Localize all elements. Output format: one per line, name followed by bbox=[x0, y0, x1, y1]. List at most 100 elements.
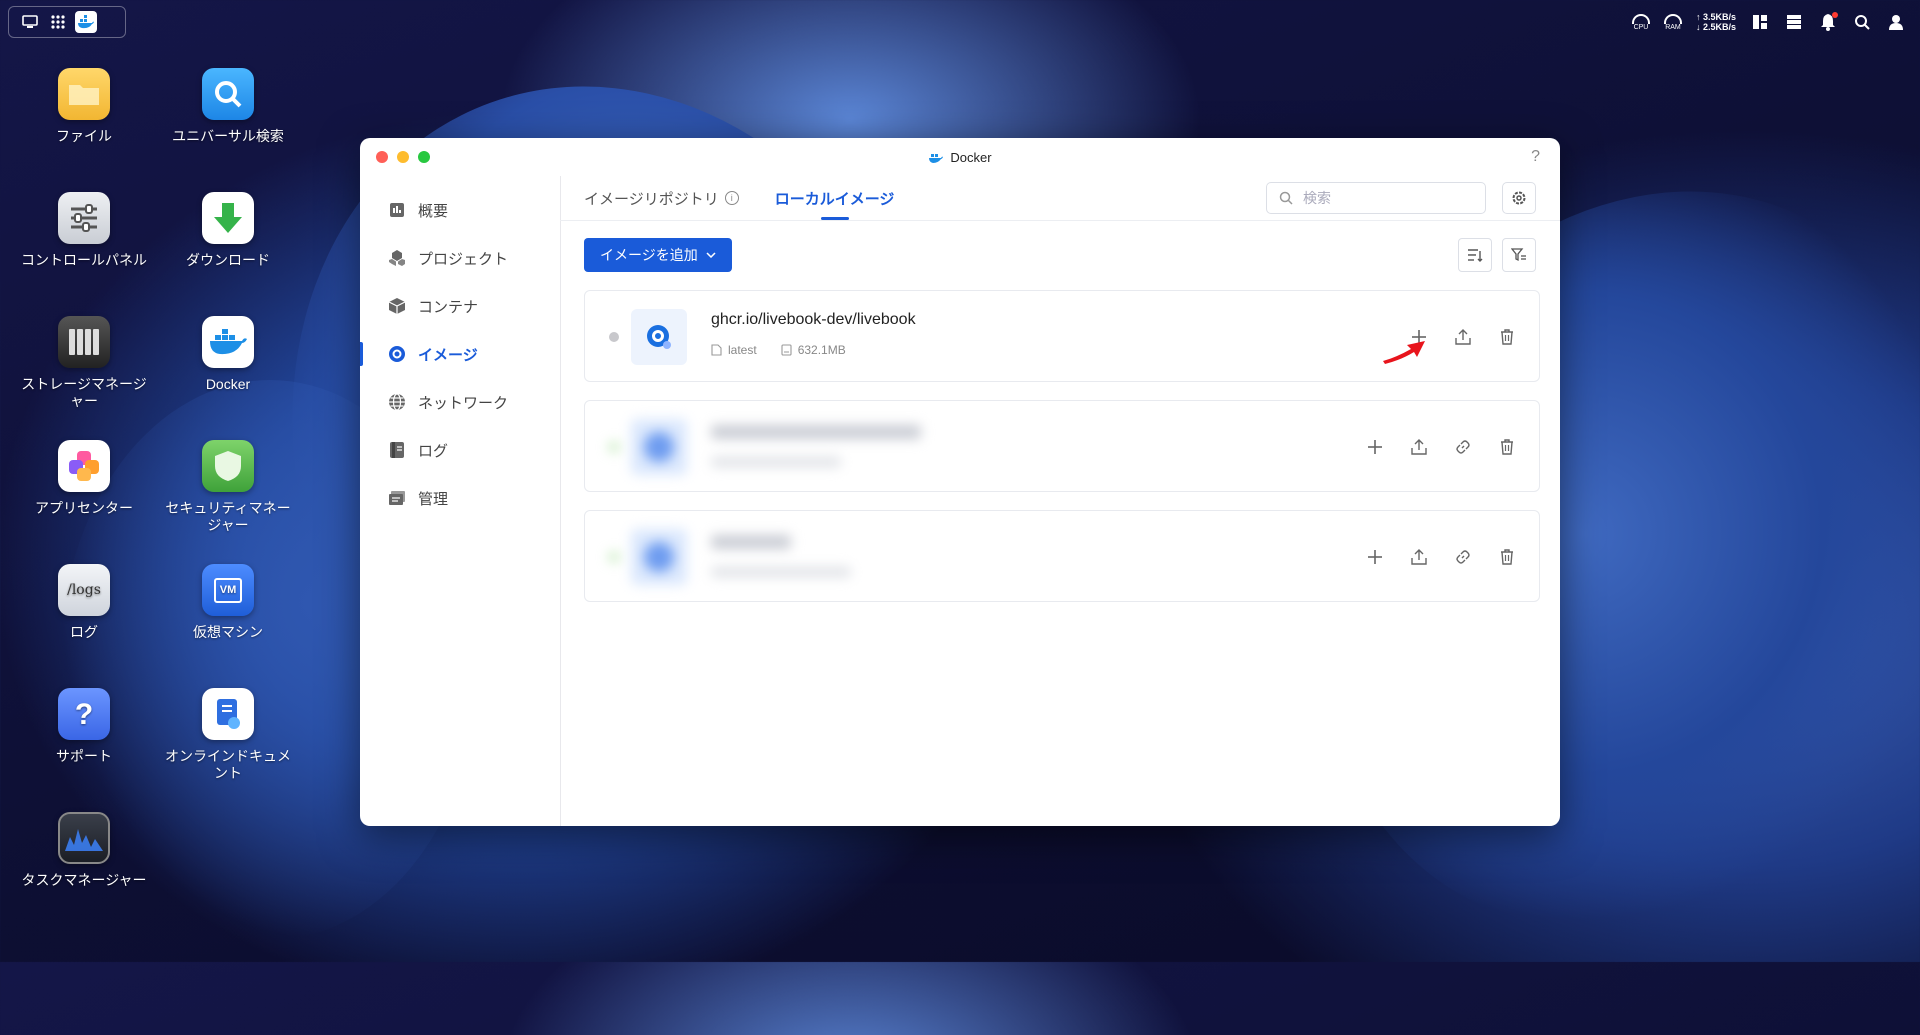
sidebar-item-label: 管理 bbox=[418, 490, 449, 508]
desktop-icon-storage-manager[interactable]: ストレージマネージャー bbox=[19, 316, 149, 410]
desktop-icon-control-panel[interactable]: コントロールパネル bbox=[19, 192, 149, 269]
image-thumbnail bbox=[631, 419, 687, 475]
tab-image-repository[interactable]: イメージリポジトリ i bbox=[584, 176, 739, 220]
annotation-arrow-icon bbox=[1383, 341, 1425, 364]
sidebar-item-image[interactable]: イメージ bbox=[360, 330, 560, 378]
sidebar-item-project[interactable]: プロジェクト bbox=[360, 234, 560, 282]
desktop-icon-label: ユニバーサル検索 bbox=[172, 128, 284, 144]
cpu-gauge[interactable]: CPU bbox=[1631, 13, 1650, 31]
desktop-icon-label: 仮想マシン bbox=[193, 624, 263, 640]
folder-icon bbox=[58, 68, 110, 120]
desktop-icon-security-manager[interactable]: セキュリティマネージャー bbox=[163, 440, 293, 534]
desktop-icon-label: セキュリティマネージャー bbox=[165, 500, 291, 533]
delete-button[interactable] bbox=[1495, 325, 1519, 349]
settings-button[interactable] bbox=[1502, 182, 1536, 214]
image-card[interactable]: ghcr.io/livebook-dev/livebook latest 632… bbox=[584, 290, 1540, 382]
redacted-meta bbox=[711, 567, 851, 577]
show-desktop-icon[interactable] bbox=[19, 11, 41, 33]
desktop-icon-label: ダウンロード bbox=[186, 252, 270, 268]
notification-bell-icon[interactable] bbox=[1818, 12, 1838, 32]
log-icon bbox=[388, 441, 406, 459]
redacted-name bbox=[711, 425, 921, 439]
user-icon[interactable] bbox=[1886, 12, 1906, 32]
status-dot bbox=[609, 332, 619, 342]
trash-icon bbox=[1501, 549, 1513, 565]
image-card-redacted[interactable] bbox=[584, 400, 1540, 492]
server-icon[interactable] bbox=[1784, 12, 1804, 32]
sort-button[interactable] bbox=[1458, 238, 1492, 272]
network-speed[interactable]: ↑ 3.5KB/s ↓ 2.5KB/s bbox=[1696, 12, 1736, 32]
widgets-icon[interactable] bbox=[1750, 12, 1770, 32]
project-icon bbox=[388, 249, 406, 267]
virtual-machine-icon: VM bbox=[202, 564, 254, 616]
minimize-button[interactable] bbox=[397, 151, 409, 163]
docker-title-icon bbox=[929, 154, 944, 163]
desktop-icon-label: オンラインドキュメント bbox=[165, 748, 291, 781]
help-button[interactable]: ? bbox=[1531, 148, 1540, 166]
link-button[interactable] bbox=[1451, 435, 1475, 459]
image-thumbnail bbox=[631, 529, 687, 585]
sidebar-item-network[interactable]: ネットワーク bbox=[360, 378, 560, 426]
upload-icon bbox=[1455, 329, 1471, 345]
export-button[interactable] bbox=[1451, 325, 1475, 349]
desktop-icon-label: タスクマネージャー bbox=[21, 872, 147, 888]
desktop-icon-label: ストレージマネージャー bbox=[21, 376, 147, 409]
close-button[interactable] bbox=[376, 151, 388, 163]
upload-icon bbox=[1411, 439, 1427, 455]
window-titlebar[interactable]: Docker ? bbox=[360, 138, 1560, 176]
desktop-icon-docker[interactable]: Docker bbox=[163, 316, 293, 393]
desktop-icon-files[interactable]: ファイル bbox=[19, 68, 149, 145]
upload-icon bbox=[1411, 549, 1427, 565]
desktop-icon-task-manager[interactable]: タスクマネージャー bbox=[19, 812, 149, 889]
plus-icon bbox=[1368, 550, 1382, 564]
sidebar-item-container[interactable]: コンテナ bbox=[360, 282, 560, 330]
maximize-button[interactable] bbox=[418, 151, 430, 163]
search-box[interactable] bbox=[1266, 182, 1486, 214]
ram-gauge[interactable]: RAM bbox=[1663, 13, 1682, 31]
image-size: 632.1MB bbox=[797, 343, 846, 357]
sidebar-item-overview[interactable]: 概要 bbox=[360, 186, 560, 234]
desktop-icon-label: Docker bbox=[205, 376, 251, 392]
search-input[interactable] bbox=[1301, 189, 1465, 207]
sidebar-item-manage[interactable]: 管理 bbox=[360, 474, 560, 522]
create-container-button[interactable] bbox=[1363, 435, 1387, 459]
app-grid-icon[interactable] bbox=[47, 11, 69, 33]
desktop-icon-support[interactable]: ? サポート bbox=[19, 688, 149, 765]
link-button[interactable] bbox=[1451, 545, 1475, 569]
desktop-icon-app-center[interactable]: アプリセンター bbox=[19, 440, 149, 517]
desktop-icon-label: コントロールパネル bbox=[21, 252, 147, 268]
plus-icon bbox=[1368, 440, 1382, 454]
taskbar-launcher bbox=[8, 6, 126, 38]
support-icon: ? bbox=[58, 688, 110, 740]
filter-button[interactable] bbox=[1502, 238, 1536, 272]
docker-window: Docker ? 概要 プロジェクト コンテナ イメージ ネットワーク ログ 管… bbox=[360, 138, 1560, 826]
delete-button[interactable] bbox=[1495, 545, 1519, 569]
image-card-redacted[interactable] bbox=[584, 510, 1540, 602]
vm-icon-text: VM bbox=[213, 577, 243, 603]
notification-dot bbox=[1832, 12, 1838, 18]
online-docs-icon bbox=[202, 688, 254, 740]
desktop-icon-download[interactable]: ダウンロード bbox=[163, 192, 293, 269]
export-button[interactable] bbox=[1407, 545, 1431, 569]
logs-icon-text: /logs bbox=[67, 581, 101, 598]
sidebar-item-log[interactable]: ログ bbox=[360, 426, 560, 474]
window-controls bbox=[376, 151, 430, 163]
create-container-button[interactable] bbox=[1363, 545, 1387, 569]
desktop-icon-universal-search[interactable]: ユニバーサル検索 bbox=[163, 68, 293, 145]
trash-icon bbox=[1501, 439, 1513, 455]
redacted-meta bbox=[711, 457, 841, 467]
redacted-name bbox=[711, 535, 791, 549]
search-icon[interactable] bbox=[1852, 12, 1872, 32]
info-icon[interactable]: i bbox=[724, 191, 739, 205]
desktop-icon-logs[interactable]: /logs ログ bbox=[19, 564, 149, 641]
tab-local-images[interactable]: ローカルイメージ bbox=[775, 176, 894, 220]
desktop-icon-virtual-machine[interactable]: VM 仮想マシン bbox=[163, 564, 293, 641]
desktop-icon-online-docs[interactable]: オンラインドキュメント bbox=[163, 688, 293, 782]
export-button[interactable] bbox=[1407, 435, 1431, 459]
download-speed: ↓ 2.5KB/s bbox=[1695, 22, 1736, 32]
docker-taskbar-icon[interactable] bbox=[75, 11, 97, 33]
delete-button[interactable] bbox=[1495, 435, 1519, 459]
sidebar-item-label: ログ bbox=[418, 442, 449, 460]
trash-icon bbox=[1501, 329, 1513, 345]
add-image-button[interactable]: イメージを追加 bbox=[584, 238, 732, 272]
